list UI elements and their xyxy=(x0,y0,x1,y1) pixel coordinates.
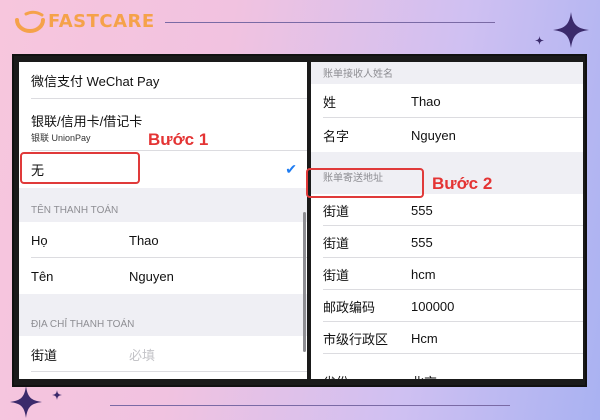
payment-option-label: 微信支付 WeChat Pay xyxy=(31,74,160,89)
payment-option-wechat[interactable]: 微信支付 WeChat Pay xyxy=(19,62,307,99)
recipient-first-name-value: Nguyen xyxy=(411,127,456,143)
field-label: 省份 xyxy=(323,372,349,379)
address-city-row[interactable]: 市级行政区 Hcm xyxy=(311,322,583,354)
billing-last-name-value: Thao xyxy=(129,232,159,248)
sparkle-icon xyxy=(535,36,544,45)
step2-label: Bước 2 xyxy=(432,174,493,193)
fastcare-logo-mark xyxy=(15,10,45,33)
address-province-row[interactable]: 省份 北京 xyxy=(311,354,583,379)
billing-first-name-row[interactable]: Tên Nguyen xyxy=(19,258,307,294)
province-value: 北京 xyxy=(411,372,437,379)
field-label: Tên xyxy=(31,268,54,284)
field-label: 市级行政区 xyxy=(323,331,389,347)
checkmark-icon: ✔ xyxy=(285,161,297,177)
billing-first-name-value: Nguyen xyxy=(129,268,174,284)
payment-option-label: 银联/信用卡/借记卡 xyxy=(31,114,143,129)
field-label: 街道 xyxy=(323,203,350,219)
step1-highlight-box xyxy=(20,152,140,184)
payment-option-sublabel: 银联 UnionPay xyxy=(31,133,91,143)
field-label: 街道 xyxy=(31,347,58,363)
billing-contact-panel: 账单接收人姓名 姓 Thao 名字 Nguyen 账单寄送地址 街道 555 街… xyxy=(311,62,583,379)
billing-street-input[interactable]: 必填 xyxy=(129,345,155,364)
city-value: Hcm xyxy=(411,330,438,346)
recipient-last-name-row[interactable]: 姓 Thao xyxy=(311,84,583,118)
section-header: TÊN THANH TOÁN xyxy=(31,205,119,216)
divider-bottom xyxy=(110,405,510,406)
section-header: 账单接收人姓名 xyxy=(323,69,393,80)
step2-highlight-box xyxy=(306,168,424,198)
billing-last-name-row[interactable]: Họ Thao xyxy=(19,222,307,258)
divider-top xyxy=(165,22,495,23)
field-label: 街道 xyxy=(323,235,350,251)
list-item xyxy=(19,372,307,379)
section-header: ĐỊA CHỈ THANH TOÁN xyxy=(31,319,135,330)
field-label: 街道 xyxy=(323,267,350,283)
sparkle-icon xyxy=(553,12,589,48)
field-label: 姓 xyxy=(323,94,337,110)
screenshot-frame: 微信支付 WeChat Pay 银联/信用卡/借记卡 银联 UnionPay 无… xyxy=(12,54,587,387)
address-street-value: 555 xyxy=(411,202,433,218)
field-label: 名字 xyxy=(323,128,350,144)
billing-street-row[interactable]: 街道 必填 xyxy=(19,336,307,372)
sparkle-icon xyxy=(10,386,42,418)
fastcare-logo: FASTCARE xyxy=(14,8,155,34)
recipient-last-name-value: Thao xyxy=(411,93,441,109)
recipient-first-name-row[interactable]: 名字 Nguyen xyxy=(311,118,583,152)
step1-label: Bước 1 xyxy=(148,130,209,149)
field-label: Họ xyxy=(31,232,48,248)
address-street-value: hcm xyxy=(411,266,436,282)
address-postal-code-row[interactable]: 邮政编码 100000 xyxy=(311,290,583,322)
field-label: 邮政编码 xyxy=(323,299,376,315)
address-street-row[interactable]: 街道 555 xyxy=(311,226,583,258)
brand-name: FASTCARE xyxy=(48,10,155,32)
sparkle-icon xyxy=(52,390,62,400)
address-street-row[interactable]: 街道 555 xyxy=(311,194,583,226)
address-street-row[interactable]: 街道 hcm xyxy=(311,258,583,290)
payment-settings-panel: 微信支付 WeChat Pay 银联/信用卡/借记卡 银联 UnionPay 无… xyxy=(19,62,307,379)
scrollbar[interactable] xyxy=(303,212,306,352)
address-street-value: 555 xyxy=(411,234,433,250)
postal-code-value: 100000 xyxy=(411,298,455,314)
